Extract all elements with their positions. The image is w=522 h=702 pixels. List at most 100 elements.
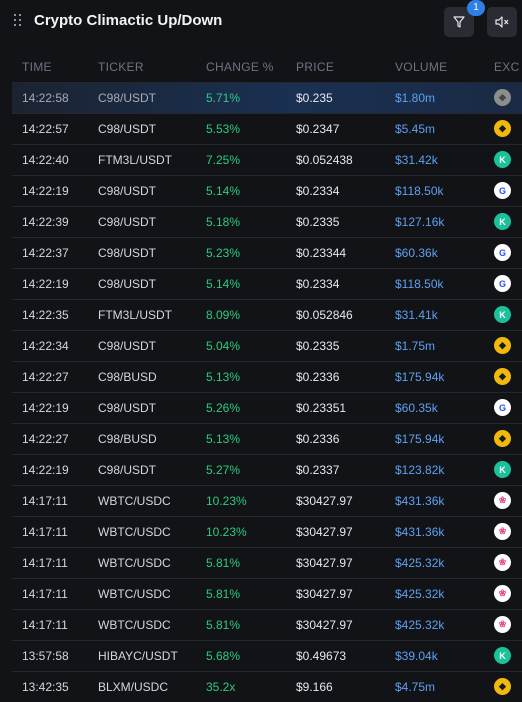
kucoin-icon: K <box>494 306 511 323</box>
filter-icon <box>453 16 465 28</box>
apeswap-icon: ❀ <box>494 492 511 509</box>
cell-price: $0.2336 <box>296 432 340 446</box>
cell-time: 14:17:11 <box>22 556 68 570</box>
binance-icon: ◆ <box>494 120 511 137</box>
cell-time: 14:22:19 <box>22 463 69 477</box>
cell-price: $0.2334 <box>296 277 340 291</box>
widget-title: Crypto Climactic Up/Down <box>34 12 223 29</box>
cell-change: 5.81% <box>206 587 241 601</box>
table-row[interactable]: 14:22:27 C98/BUSD 5.13% $0.2336 $175.94k ◆ <box>12 361 522 392</box>
cell-ticker: HIBAYC/USDT <box>98 649 178 663</box>
column-header-volume[interactable]: VOLUME <box>395 60 447 74</box>
cell-ticker: WBTC/USDC <box>98 556 171 570</box>
cell-price: $0.23344 <box>296 246 347 260</box>
cell-change: 5.81% <box>206 618 241 632</box>
binance-icon: ◆ <box>494 430 511 447</box>
table-row[interactable]: 14:17:11 WBTC/USDC 5.81% $30427.97 $425.32k ❀ <box>12 578 522 609</box>
cell-price: $0.052438 <box>296 153 353 167</box>
kucoin-icon: K <box>494 647 511 664</box>
cell-price: $30427.97 <box>296 556 353 570</box>
cell-change: 5.18% <box>206 215 241 229</box>
cell-change: 5.27% <box>206 463 241 477</box>
table-row[interactable]: 14:17:11 WBTC/USDC 5.81% $30427.97 $425.32k ❀ <box>12 609 522 640</box>
table-row[interactable]: 13:57:58 HIBAYC/USDT 5.68% $0.49673 $39.04k K <box>12 640 522 671</box>
cell-change: 8.09% <box>206 308 241 322</box>
cell-volume: $175.94k <box>395 432 445 446</box>
kucoin-icon: K <box>494 461 511 478</box>
cell-price: $30427.97 <box>296 525 353 539</box>
cell-ticker: C98/USDT <box>98 401 157 415</box>
cell-ticker: FTM3L/USDT <box>98 153 173 167</box>
cell-time: 13:42:35 <box>22 680 69 694</box>
cell-time: 14:22:58 <box>22 91 69 105</box>
table-row[interactable]: 14:17:11 WBTC/USDC 10.23% $30427.97 $431.36k… <box>12 485 522 516</box>
apeswap-icon: ❀ <box>494 554 511 571</box>
column-header-change[interactable]: CHANGE % <box>206 60 274 74</box>
speaker-muted-icon <box>495 16 509 28</box>
cell-ticker: C98/USDT <box>98 246 157 260</box>
table-row[interactable]: 14:22:57 C98/USDT 5.53% $0.2347 $5.45m ◆ <box>12 113 522 144</box>
cell-ticker: C98/BUSD <box>98 432 157 446</box>
gateio-icon: G <box>494 399 511 416</box>
binance-icon: ◆ <box>494 89 511 106</box>
cell-price: $0.2337 <box>296 463 340 477</box>
cell-volume: $431.36k <box>395 525 445 539</box>
column-header-price[interactable]: PRICE <box>296 60 334 74</box>
cell-volume: $1.80m <box>395 91 436 105</box>
table-row[interactable]: 14:22:39 C98/USDT 5.18% $0.2335 $127.16k K <box>12 206 522 237</box>
cell-time: 14:22:39 <box>22 215 69 229</box>
table-row[interactable]: 14:22:34 C98/USDT 5.04% $0.2335 $1.75m ◆ <box>12 330 522 361</box>
cell-price: $30427.97 <box>296 618 353 632</box>
table-row[interactable]: 14:22:58 C98/USDT 5.71% $0.235 $1.80m ◆ <box>12 82 522 113</box>
table-row[interactable]: 14:22:19 C98/USDT 5.26% $0.23351 $60.35k G <box>12 392 522 423</box>
cell-change: 5.71% <box>206 91 241 105</box>
table-row[interactable]: 14:22:19 C98/USDT 5.14% $0.2334 $118.50k G <box>12 268 522 299</box>
table-row[interactable]: 14:17:11 WBTC/USDC 5.81% $30427.97 $425.32k ❀ <box>12 547 522 578</box>
cell-time: 14:17:11 <box>22 587 68 601</box>
cell-ticker: C98/USDT <box>98 122 157 136</box>
table-row[interactable]: 14:22:35 FTM3L/USDT 8.09% $0.052846 $31.41k K <box>12 299 522 330</box>
cell-time: 14:17:11 <box>22 494 68 508</box>
cell-change: 5.53% <box>206 122 241 136</box>
table-row[interactable]: 14:22:40 FTM3L/USDT 7.25% $0.052438 $31.42k K <box>12 144 522 175</box>
table-row[interactable]: 14:22:27 C98/BUSD 5.13% $0.2336 $175.94k ◆ <box>12 423 522 454</box>
cell-change: 5.68% <box>206 649 241 663</box>
column-header-ticker[interactable]: TICKER <box>98 60 144 74</box>
gateio-icon: G <box>494 182 511 199</box>
cell-change: 5.04% <box>206 339 241 353</box>
cell-volume: $425.32k <box>395 618 445 632</box>
cell-time: 14:17:11 <box>22 618 68 632</box>
cell-ticker: C98/USDT <box>98 184 157 198</box>
cell-price: $30427.97 <box>296 587 353 601</box>
table-body: 14:22:58 C98/USDT 5.71% $0.235 $1.80m ◆ 14:22:… <box>12 82 522 702</box>
cell-volume: $123.82k <box>395 463 445 477</box>
cell-ticker: WBTC/USDC <box>98 587 171 601</box>
table-row[interactable]: 14:22:37 C98/USDT 5.23% $0.23344 $60.36k G <box>12 237 522 268</box>
table-row[interactable]: 14:22:19 C98/USDT 5.14% $0.2334 $118.50k G <box>12 175 522 206</box>
column-header-exchange[interactable]: EXC <box>494 60 520 74</box>
table-row[interactable]: 13:42:35 BLXM/USDC 35.2x $9.166 $4.75m ◆ <box>12 671 522 702</box>
cell-volume: $175.94k <box>395 370 445 384</box>
widget-header: Crypto Climactic Up/Down 1 <box>0 0 522 52</box>
cell-volume: $39.04k <box>395 649 438 663</box>
cell-ticker: FTM3L/USDT <box>98 308 173 322</box>
cell-price: $0.23351 <box>296 401 347 415</box>
column-header-time[interactable]: TIME <box>22 60 52 74</box>
cell-price: $0.49673 <box>296 649 347 663</box>
cell-price: $9.166 <box>296 680 333 694</box>
cell-change: 5.14% <box>206 184 241 198</box>
mute-button[interactable] <box>487 7 517 37</box>
cell-time: 13:57:58 <box>22 649 69 663</box>
table-row[interactable]: 14:22:19 C98/USDT 5.27% $0.2337 $123.82k K <box>12 454 522 485</box>
alerts-table: TIME TICKER CHANGE % PRICE VOLUME EXC 14… <box>12 52 522 702</box>
cell-volume: $425.32k <box>395 556 445 570</box>
table-row[interactable]: 14:17:11 WBTC/USDC 10.23% $30427.97 $431.36k… <box>12 516 522 547</box>
cell-time: 14:22:27 <box>22 370 69 384</box>
cell-change: 5.26% <box>206 401 241 415</box>
gateio-icon: G <box>494 244 511 261</box>
cell-change: 10.23% <box>206 525 247 539</box>
drag-handle-icon[interactable] <box>14 14 24 28</box>
cell-volume: $31.42k <box>395 153 438 167</box>
cell-volume: $118.50k <box>395 277 444 291</box>
binance-icon: ◆ <box>494 678 511 695</box>
